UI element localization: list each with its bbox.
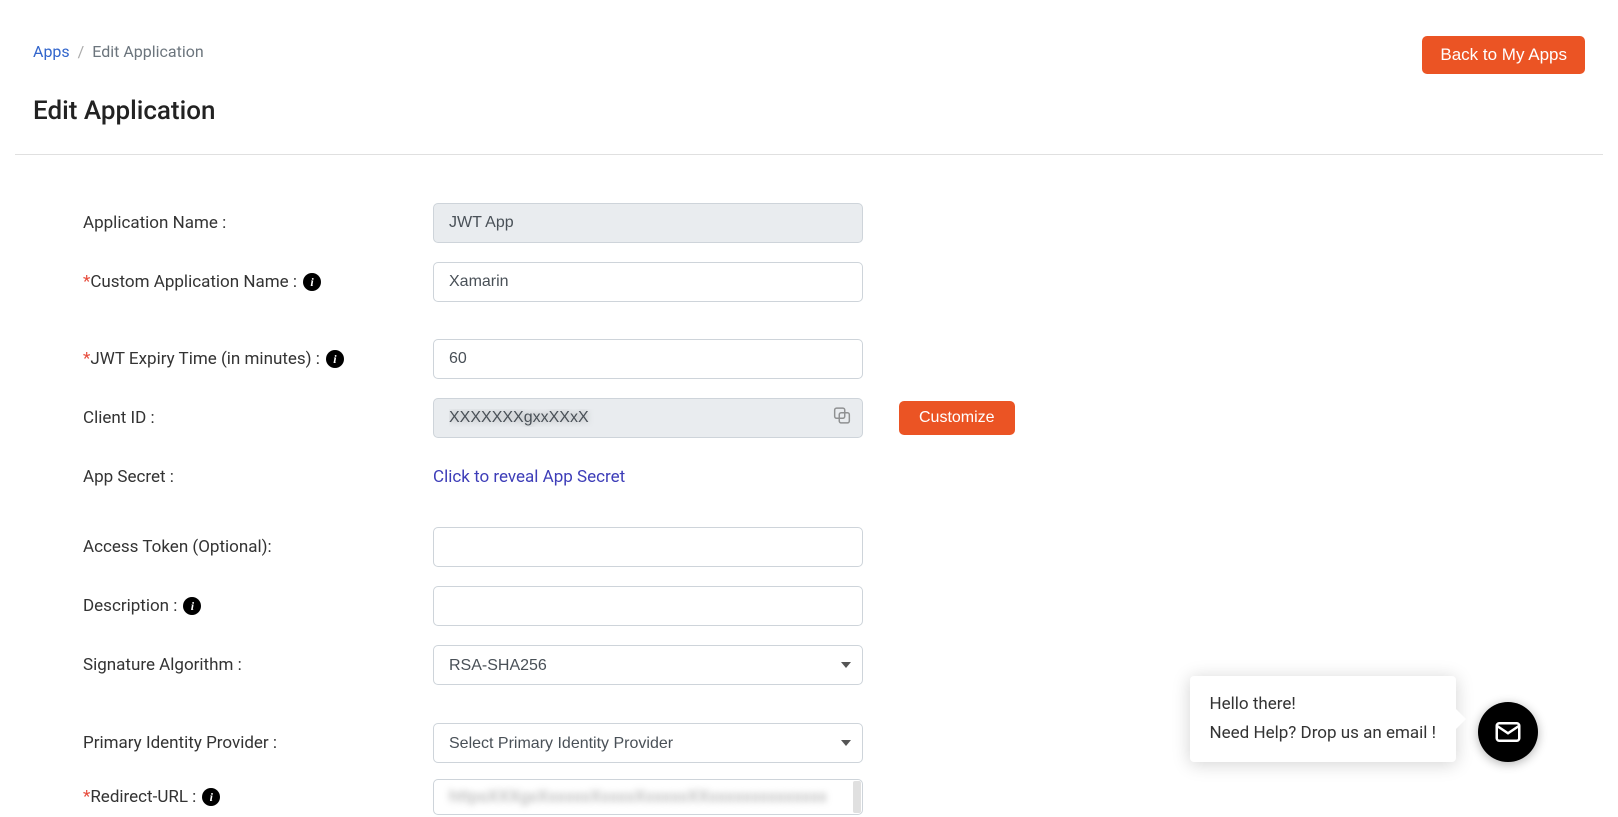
page-title: Edit Application [15, 96, 1603, 154]
breadcrumb-separator: / [78, 42, 85, 61]
client-id-input [433, 398, 863, 438]
jwt-expiry-label: *JWT Expiry Time (in minutes) : i [83, 349, 433, 369]
redirect-url-value: httpsXXXgxXxxxxxXxxxxXxxxxxXXxxxxxxxxxxx… [449, 787, 827, 807]
info-icon[interactable]: i [303, 273, 321, 291]
breadcrumb-current: Edit Application [92, 42, 203, 61]
custom-app-name-label: *Custom Application Name : i [83, 272, 433, 292]
primary-idp-select[interactable]: Select Primary Identity Provider [433, 723, 863, 763]
access-token-label: Access Token (Optional): [83, 537, 433, 557]
application-name-label: Application Name : [83, 213, 433, 233]
redirect-url-label: *Redirect-URL : i [83, 787, 433, 807]
signature-algorithm-label: Signature Algorithm : [83, 655, 433, 675]
redirect-url-label-text: Redirect-URL : [90, 787, 196, 807]
redirect-url-input[interactable]: httpsXXXgxXxxxxxXxxxxXxxxxxXXxxxxxxxxxxx… [433, 779, 863, 815]
info-icon[interactable]: i [183, 597, 201, 615]
application-name-input [433, 203, 863, 243]
app-secret-label: App Secret : [83, 467, 433, 487]
back-to-apps-button[interactable]: Back to My Apps [1422, 36, 1585, 74]
divider [15, 154, 1603, 155]
chat-fab-button[interactable] [1478, 702, 1538, 762]
customize-button[interactable]: Customize [899, 401, 1015, 435]
custom-app-name-input[interactable] [433, 262, 863, 302]
breadcrumb: Apps / Edit Application [33, 14, 204, 61]
description-input[interactable] [433, 586, 863, 626]
info-icon[interactable]: i [326, 350, 344, 368]
signature-algorithm-select[interactable]: RSA-SHA256 [433, 645, 863, 685]
description-label: Description : i [83, 596, 433, 616]
breadcrumb-apps-link[interactable]: Apps [33, 42, 70, 61]
description-label-text: Description : [83, 596, 177, 616]
scrollbar[interactable] [853, 781, 861, 813]
mail-icon [1493, 717, 1523, 747]
jwt-expiry-input[interactable] [433, 339, 863, 379]
client-id-label: Client ID : [83, 408, 433, 428]
help-prompt: Need Help? Drop us an email ! [1210, 719, 1437, 748]
jwt-expiry-label-text: JWT Expiry Time (in minutes) : [90, 349, 320, 369]
primary-idp-label: Primary Identity Provider : [83, 733, 433, 753]
info-icon[interactable]: i [202, 788, 220, 806]
help-greeting: Hello there! [1210, 690, 1437, 719]
access-token-input[interactable] [433, 527, 863, 567]
help-tooltip: Hello there! Need Help? Drop us an email… [1190, 676, 1457, 762]
copy-icon[interactable] [831, 405, 853, 432]
reveal-app-secret-link[interactable]: Click to reveal App Secret [433, 467, 625, 487]
custom-app-name-label-text: Custom Application Name : [90, 272, 297, 292]
